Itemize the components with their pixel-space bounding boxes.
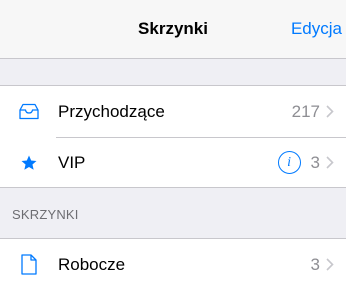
mailbox-row-drafts[interactable]: Robocze 3 bbox=[0, 239, 346, 283]
mailbox-label: VIP bbox=[58, 152, 86, 172]
info-icon[interactable]: i bbox=[277, 151, 301, 174]
document-icon bbox=[0, 239, 56, 283]
row-accessory: 3 bbox=[311, 255, 346, 275]
unread-count: 217 bbox=[291, 101, 320, 121]
item-count: 3 bbox=[310, 254, 320, 274]
star-icon bbox=[0, 137, 56, 188]
mailboxes-screen: Skrzynki Edycja Przychodzące 217 VIP i 3… bbox=[0, 0, 346, 283]
folders-group: Robocze 3 bbox=[0, 238, 346, 283]
row-accessory: i 3 bbox=[277, 151, 346, 174]
row-accessory: 217 bbox=[292, 102, 346, 122]
mailbox-label: Robocze bbox=[58, 254, 126, 274]
chevron-right-icon bbox=[326, 105, 334, 118]
mailbox-row-inbox[interactable]: Przychodzące 217 bbox=[0, 86, 346, 137]
navigation-bar: Skrzynki Edycja bbox=[0, 0, 346, 59]
mailbox-group: Przychodzące 217 VIP i 3 bbox=[0, 85, 346, 188]
chevron-right-icon bbox=[326, 156, 334, 169]
section-header: SKRZYNKI bbox=[12, 207, 79, 222]
unread-count: 3 bbox=[310, 152, 320, 172]
chevron-right-icon bbox=[326, 258, 334, 271]
edit-button[interactable]: Edycja bbox=[291, 19, 342, 39]
mailbox-row-vip[interactable]: VIP i 3 bbox=[0, 137, 346, 188]
mailbox-label: Przychodzące bbox=[58, 101, 165, 121]
inbox-tray-icon bbox=[0, 86, 56, 137]
